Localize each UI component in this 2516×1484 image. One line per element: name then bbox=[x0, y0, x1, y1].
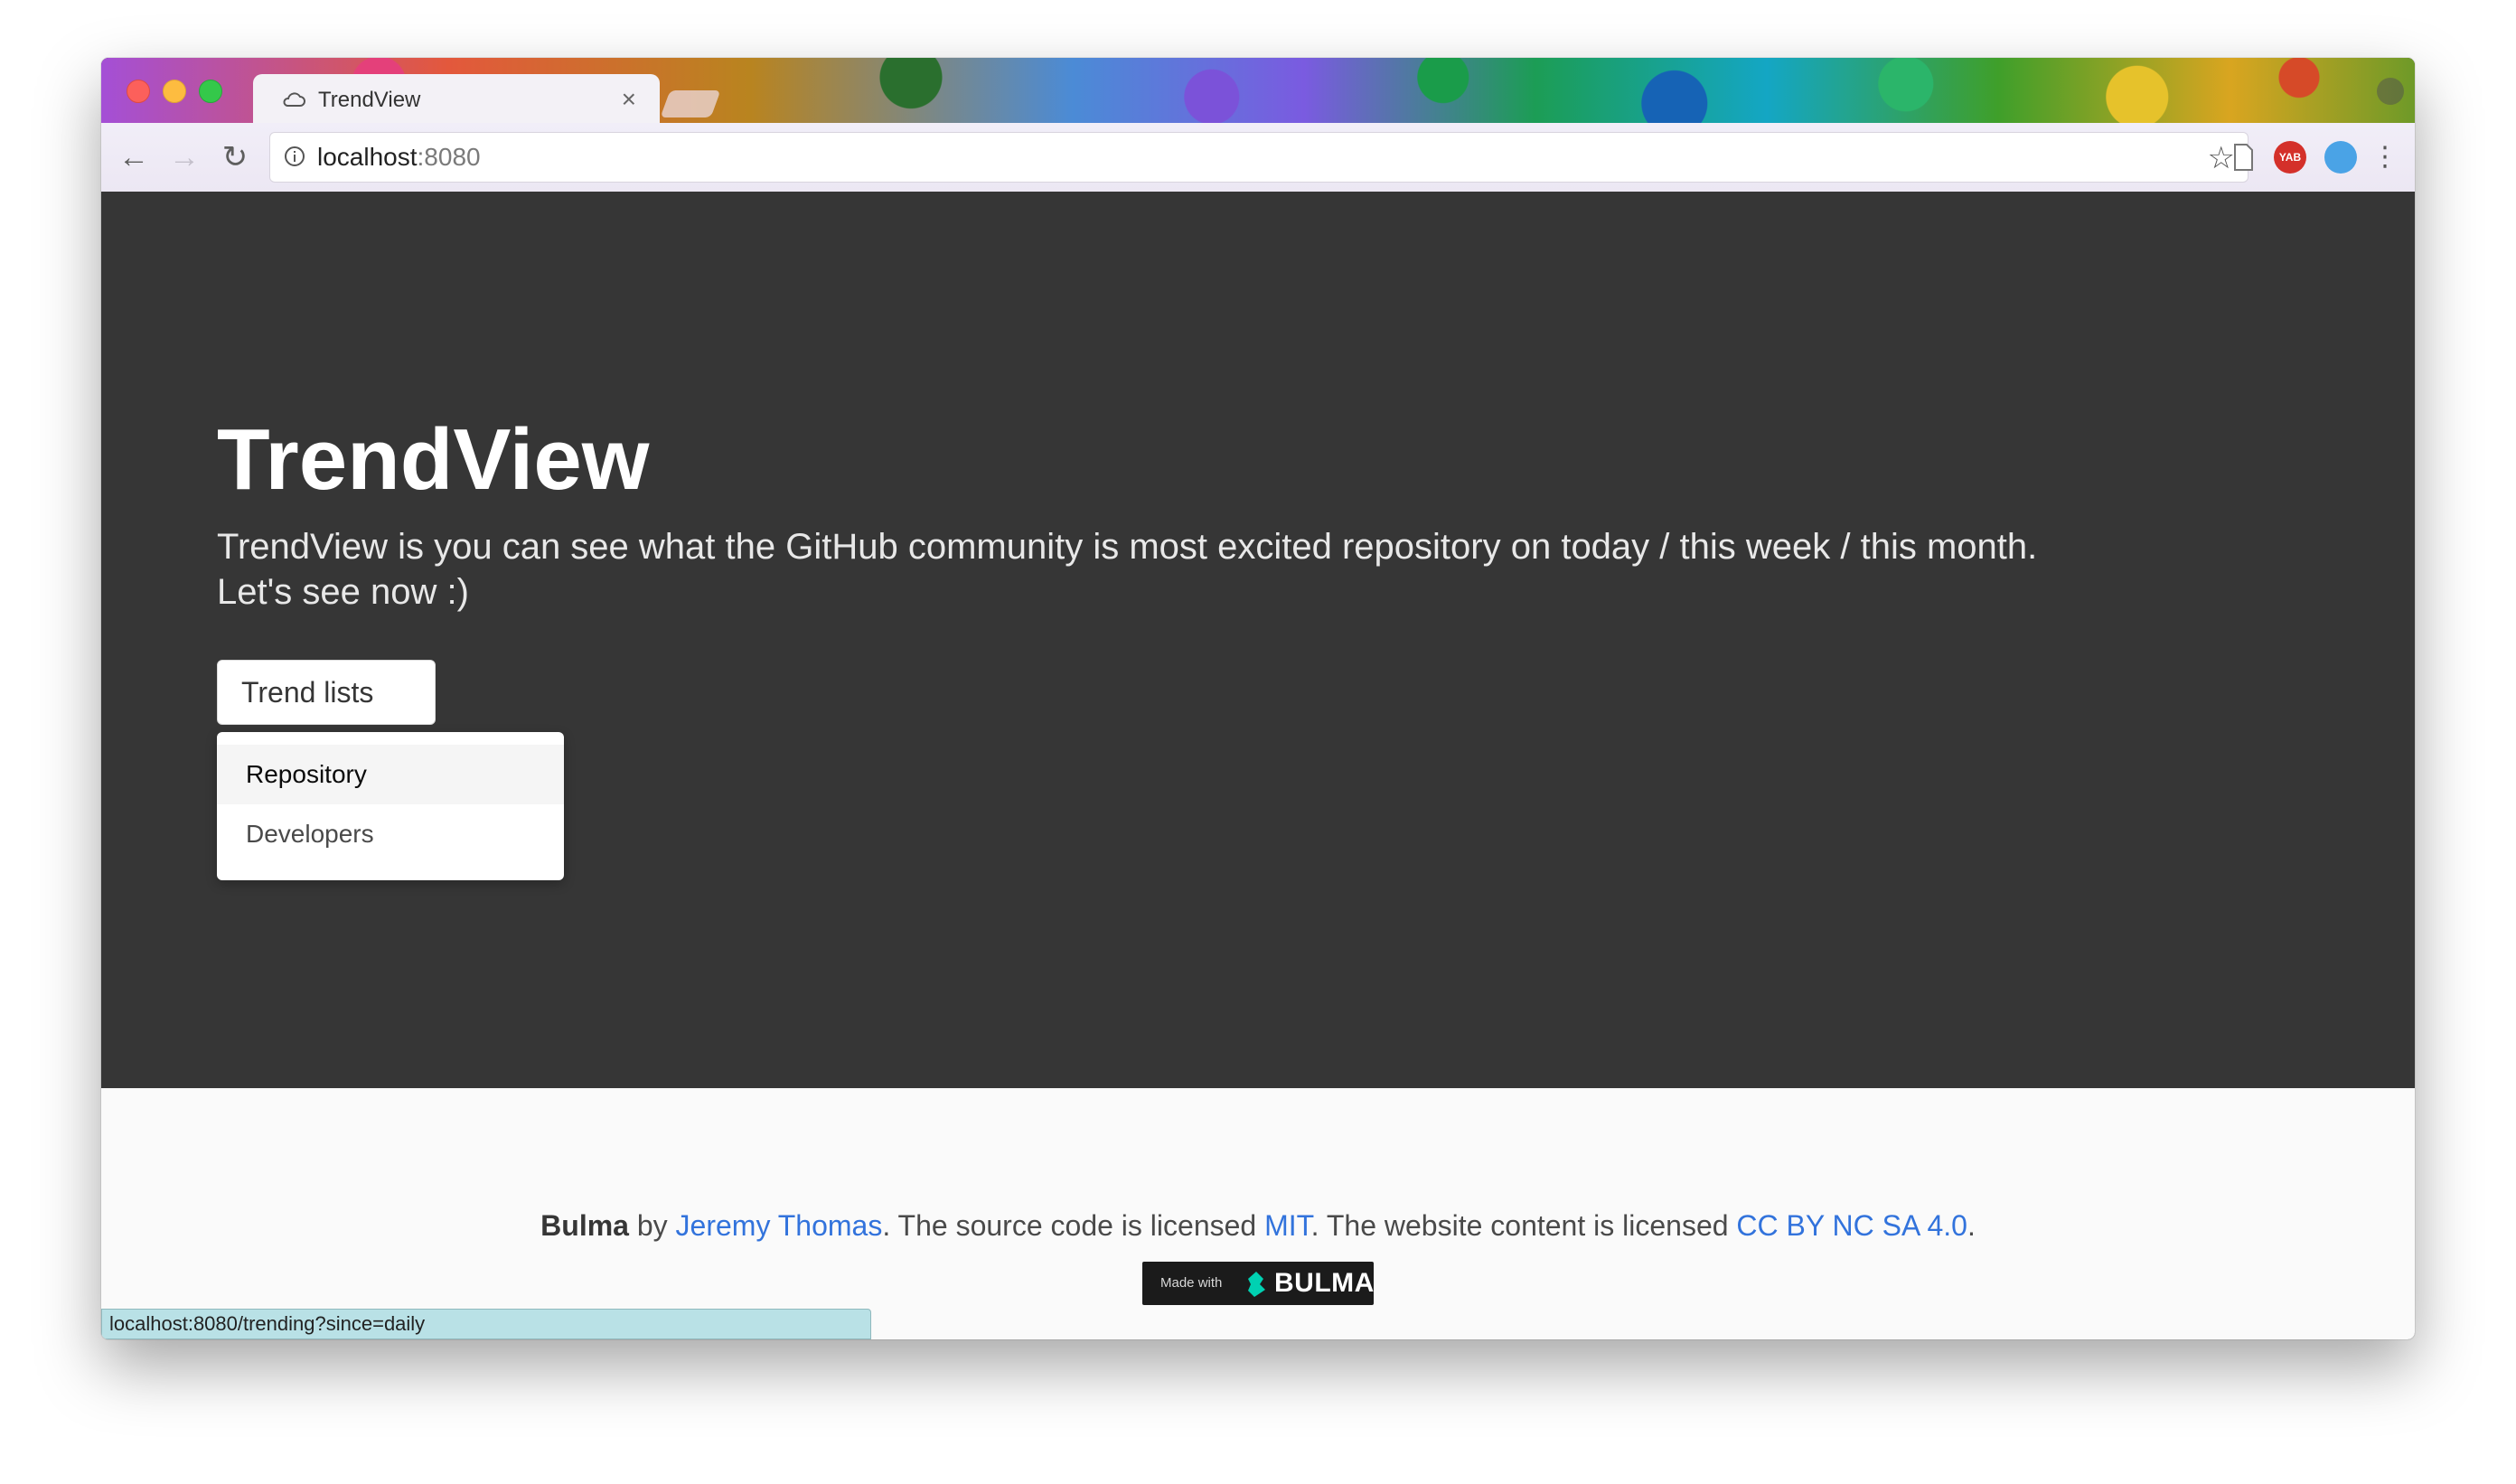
reload-icon[interactable]: ↻ bbox=[217, 139, 253, 175]
cc-license-link[interactable]: CC BY NC SA 4.0 bbox=[1736, 1209, 1967, 1242]
info-icon[interactable] bbox=[283, 145, 306, 168]
badge-made-with: Made with bbox=[1160, 1275, 1223, 1291]
browser-toolbar: ← → ↻ localhost:8080 ☆ YAB ⋮ bbox=[101, 123, 2415, 193]
address-bar[interactable]: localhost:8080 ☆ bbox=[269, 132, 2248, 183]
subtitle-line-2: Let's see now :) bbox=[217, 572, 469, 612]
page-title: TrendView bbox=[217, 411, 650, 508]
close-icon[interactable]: × bbox=[622, 85, 636, 114]
zoom-window-button[interactable] bbox=[199, 80, 222, 103]
page-subtitle: TrendView is you can see what the GitHub… bbox=[217, 524, 2205, 615]
forward-arrow-icon[interactable]: → bbox=[166, 139, 202, 175]
badge-bulma: BULMA bbox=[1274, 1268, 1375, 1298]
back-arrow-icon[interactable]: ← bbox=[116, 139, 152, 175]
hero-section: TrendView TrendView is you can see what … bbox=[101, 192, 2415, 1088]
url-text: localhost:8080 bbox=[317, 143, 481, 172]
bulma-logo-icon bbox=[1248, 1272, 1265, 1297]
dropdown-item-developers[interactable]: Developers bbox=[217, 804, 564, 864]
footer-text-2: . The website content is licensed bbox=[1310, 1209, 1737, 1242]
menu-dots-icon[interactable]: ⋮ bbox=[2371, 141, 2399, 174]
author-link[interactable]: Jeremy Thomas bbox=[676, 1209, 883, 1242]
yab-extension-icon[interactable]: YAB bbox=[2274, 141, 2306, 174]
page-icon[interactable] bbox=[2227, 141, 2259, 174]
made-with-bulma-badge[interactable]: Made with BULMA bbox=[1142, 1262, 1374, 1305]
url-port: :8080 bbox=[417, 143, 481, 171]
subtitle-line-1: TrendView is you can see what the GitHub… bbox=[217, 527, 2038, 567]
footer-text-1: . The source code is licensed bbox=[882, 1209, 1265, 1242]
trend-lists-dropdown-button[interactable]: Trend lists bbox=[217, 660, 436, 725]
footer-credits: Bulma by Jeremy Thomas. The source code … bbox=[101, 1209, 2415, 1243]
minimize-window-button[interactable] bbox=[163, 80, 186, 103]
profile-icon[interactable] bbox=[2377, 78, 2404, 105]
tab-title: TrendView bbox=[318, 88, 421, 112]
dropdown-item-repository[interactable]: Repository bbox=[217, 745, 564, 804]
new-tab-button[interactable] bbox=[660, 90, 721, 117]
page-footer: Bulma by Jeremy Thomas. The source code … bbox=[101, 1088, 2415, 1339]
extension-icon[interactable] bbox=[2324, 141, 2357, 174]
footer-text-3: . bbox=[1967, 1209, 1976, 1242]
url-host: localhost bbox=[317, 143, 418, 171]
mit-license-link[interactable]: MIT bbox=[1264, 1209, 1311, 1242]
status-bar-url: localhost:8080/trending?since=daily bbox=[101, 1309, 871, 1339]
tab-strip: TrendView × bbox=[101, 58, 2415, 123]
footer-brand: Bulma bbox=[540, 1209, 629, 1242]
trend-lists-dropdown-menu: Repository Developers bbox=[217, 732, 564, 880]
cloud-icon bbox=[283, 92, 305, 107]
footer-by: by bbox=[628, 1209, 676, 1242]
close-window-button[interactable] bbox=[127, 80, 150, 103]
tab-trendview[interactable]: TrendView × bbox=[253, 74, 660, 123]
browser-window: TrendView × ← → ↻ localhost:8080 ☆ YAB ⋮… bbox=[101, 58, 2415, 1339]
